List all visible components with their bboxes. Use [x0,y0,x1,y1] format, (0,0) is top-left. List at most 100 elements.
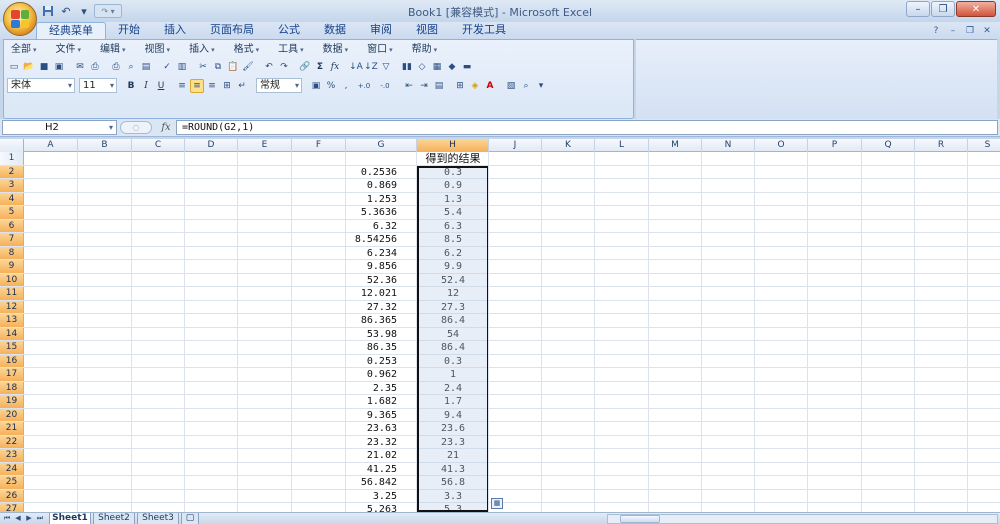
currency-icon[interactable]: ▣ [309,79,323,93]
undo-toolbar-icon[interactable]: ↶ [262,60,276,74]
autofill-options-icon[interactable]: ▦ [491,498,503,509]
cell-h[interactable]: 56.8 [418,476,488,489]
cell-g[interactable]: 12.021 [347,287,399,300]
row-header[interactable]: 11 [0,287,24,300]
row-header[interactable]: 13 [0,314,24,327]
cell-h[interactable]: 21 [418,449,488,462]
bold-button[interactable]: B [124,79,138,93]
sheet-tab[interactable]: Sheet3 [137,513,179,524]
column-header[interactable]: N [702,139,755,152]
classic-menu-item[interactable]: 格式 [231,42,267,58]
column-header[interactable]: B [78,139,132,152]
first-sheet-icon[interactable]: ⏮ [2,513,12,524]
cell-g[interactable]: 56.842 [347,476,399,489]
paste-icon[interactable]: 📋 [226,60,240,74]
ribbon-tab[interactable]: 数据 [312,22,358,39]
cell-h[interactable]: 1 [418,368,488,381]
highlight-icon[interactable]: ◆ [445,60,459,74]
row-header[interactable]: 9 [0,260,24,273]
minimize-ribbon-icon[interactable]: – [946,24,960,37]
italic-button[interactable]: I [139,79,153,93]
classic-menu-item[interactable]: 全部 [8,42,44,58]
drawing-icon[interactable]: ◇ [415,60,429,74]
row-header[interactable]: 8 [0,246,24,259]
align-right-icon[interactable]: ≡ [205,79,219,93]
decrease-decimal-button[interactable]: -.0 [375,79,395,93]
cell-h[interactable]: 6.3 [418,220,488,233]
more-tools-icon[interactable]: ▾ [534,79,548,93]
merge-center-icon[interactable]: ⊞ [220,79,234,93]
cell-g[interactable]: 5.263 [347,503,399,512]
ribbon-tab[interactable]: 页面布局 [198,22,266,39]
row-header[interactable]: 23 [0,449,24,462]
cell-h[interactable]: 41.3 [418,463,488,476]
percent-button[interactable]: % [324,79,338,93]
filter-icon[interactable]: ▽ [379,60,393,74]
insert-sheet-icon[interactable]: ▢ [181,513,199,524]
row-header[interactable]: 26 [0,489,24,502]
name-box[interactable]: H2 [2,120,117,135]
cell-g[interactable]: 21.02 [347,449,399,462]
ribbon-tab[interactable]: 公式 [266,22,312,39]
cell-g[interactable]: 23.32 [347,436,399,449]
cell-g[interactable]: 52.36 [347,274,399,287]
cell-h[interactable]: 1.7 [418,395,488,408]
spelling-icon[interactable]: ✓ [160,60,174,74]
formula-input[interactable]: =ROUND(G2,1) [176,120,998,135]
row-header[interactable]: 18 [0,381,24,394]
cell-h[interactable]: 3.3 [418,490,488,503]
column-header[interactable]: R [915,139,968,152]
permission-icon[interactable]: ▣ [52,60,66,74]
align-center-icon[interactable]: ≡ [190,78,204,93]
cell-h1[interactable]: 得到的结果 [418,152,488,165]
row-header[interactable]: 22 [0,435,24,448]
fill-color-icon[interactable]: ◈ [468,79,482,93]
cell-h[interactable]: 0.3 [418,355,488,368]
column-header[interactable]: A [24,139,78,152]
print-preview-icon[interactable]: ⎙ [109,60,123,74]
align-left-icon[interactable]: ≡ [175,79,189,93]
ribbon-tab[interactable]: 插入 [152,22,198,39]
redo-toolbar-icon[interactable]: ↷ [277,60,291,74]
cell-g[interactable]: 5.3636 [347,206,399,219]
cell-g[interactable]: 41.25 [347,463,399,476]
copy-icon[interactable]: ⧉ [211,60,225,74]
insert-function-button[interactable]: fx [158,120,174,135]
cell-g[interactable]: 0.869 [347,179,399,192]
cell-g[interactable]: 0.2536 [347,166,399,179]
conditional-format-icon[interactable]: ▤ [432,79,446,93]
ribbon-tab[interactable]: 开始 [106,22,152,39]
cell-h[interactable]: 5.3 [418,503,488,512]
column-header[interactable]: D [185,139,238,152]
cell-h[interactable]: 5.4 [418,206,488,219]
column-header[interactable]: C [132,139,185,152]
increase-indent-icon[interactable]: ⇥ [417,79,431,93]
save-toolbar-icon[interactable]: ■ [37,60,51,74]
minimize-button[interactable]: – [906,1,930,17]
column-header[interactable]: S [968,139,1000,152]
cell-g[interactable]: 23.63 [347,422,399,435]
cell-g[interactable]: 9.856 [347,260,399,273]
picture-icon[interactable]: ▧ [504,79,518,93]
row-header[interactable]: 5 [0,206,24,219]
prev-sheet-icon[interactable]: ◀ [13,513,23,524]
font-name-select[interactable]: 宋体 [7,78,75,93]
row-header[interactable]: 17 [0,368,24,381]
classic-menu-item[interactable]: 帮助 [409,42,445,58]
sort-descending-icon[interactable]: ↓Z [364,60,378,74]
increase-decimal-button[interactable]: +.0 [354,79,374,93]
column-header[interactable]: Q [862,139,915,152]
cell-g[interactable]: 8.54256 [347,233,399,246]
zoom-icon[interactable]: ⌕ [519,79,533,93]
row-header[interactable]: 27 [0,503,24,512]
classic-menu-item[interactable]: 文件 [53,42,89,58]
column-header[interactable]: G [346,139,417,152]
row-header[interactable]: 15 [0,341,24,354]
cell-h[interactable]: 9.9 [418,260,488,273]
cell-h[interactable]: 54 [418,328,488,341]
cell-h[interactable]: 8.5 [418,233,488,246]
comma-button[interactable]: , [339,79,353,93]
row-header[interactable]: 12 [0,300,24,313]
classic-menu-item[interactable]: 工具 [275,42,311,58]
column-header[interactable]: L [595,139,649,152]
